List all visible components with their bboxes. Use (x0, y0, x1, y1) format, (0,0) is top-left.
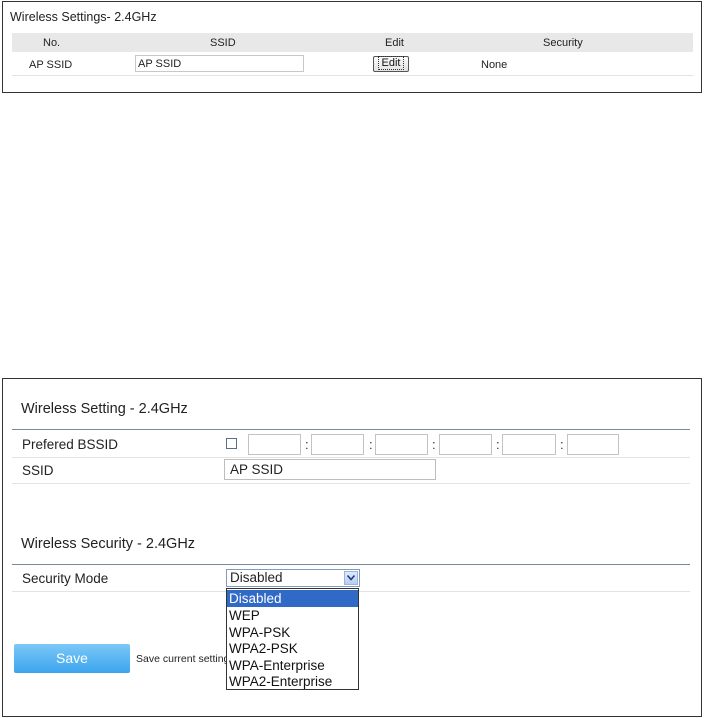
section-divider (12, 564, 690, 565)
column-header-edit: Edit (385, 37, 404, 49)
colon-separator: : (496, 437, 500, 452)
row-number-cell: AP SSID (29, 59, 73, 71)
bssid-octet-5-input[interactable] (502, 434, 556, 455)
colon-separator: : (432, 437, 436, 452)
section-divider (12, 429, 690, 430)
ssid-input[interactable] (135, 55, 304, 72)
colon-separator: : (560, 437, 564, 452)
security-mode-value: Disabled (230, 570, 283, 585)
option-wpa2-psk[interactable]: WPA2-PSK (227, 640, 358, 657)
bssid-octet-4-input[interactable] (439, 434, 492, 455)
wireless-security-title: Wireless Security - 2.4GHz (21, 536, 196, 552)
wireless-setting-title: Wireless Setting - 2.4GHz (21, 401, 188, 417)
security-mode-label: Security Mode (22, 571, 109, 586)
security-cell: None (481, 59, 508, 71)
option-disabled[interactable]: Disabled (227, 590, 358, 607)
column-header-security: Security (543, 37, 583, 49)
edit-button[interactable]: Edit (373, 56, 409, 72)
bssid-octet-2-input[interactable] (311, 434, 364, 455)
column-header-ssid: SSID (210, 37, 236, 49)
bssid-octet-1-input[interactable] (248, 434, 301, 455)
bssid-octet-3-input[interactable] (375, 434, 428, 455)
panel-title: Wireless Settings- 2.4GHz (10, 10, 157, 24)
colon-separator: : (369, 437, 373, 452)
wireless-settings-summary-panel: Wireless Settings- 2.4GHz No. SSID Edit … (2, 1, 702, 93)
prefered-bssid-label: Prefered BSSID (22, 437, 119, 452)
prefered-bssid-checkbox[interactable] (226, 438, 237, 449)
save-button[interactable]: Save (14, 644, 130, 673)
chevron-down-icon[interactable] (344, 571, 358, 585)
security-mode-select[interactable]: Disabled (226, 569, 360, 587)
table-row: AP SSID Edit None (12, 53, 693, 76)
colon-separator: : (305, 437, 309, 452)
option-wpa-psk[interactable]: WPA-PSK (227, 624, 358, 641)
ssid-row: SSID AP SSID (12, 458, 690, 484)
security-mode-dropdown-list: Disabled WEP WPA-PSK WPA2-PSK WPA-Enterp… (226, 588, 359, 690)
option-wep[interactable]: WEP (227, 607, 358, 624)
prefered-bssid-row: Prefered BSSID : : : : : (12, 432, 690, 458)
edit-button-label: Edit (377, 56, 405, 70)
option-wpa-enterprise[interactable]: WPA-Enterprise (227, 657, 358, 674)
table-header: No. SSID Edit Security (12, 33, 693, 52)
bssid-octet-6-input[interactable] (567, 434, 619, 455)
ssid-input[interactable]: AP SSID (224, 459, 436, 480)
option-wpa2-enterprise[interactable]: WPA2-Enterprise (227, 674, 358, 689)
ssid-label: SSID (22, 463, 54, 478)
column-header-no: No. (43, 37, 61, 49)
save-note: Save current settings (136, 653, 229, 665)
